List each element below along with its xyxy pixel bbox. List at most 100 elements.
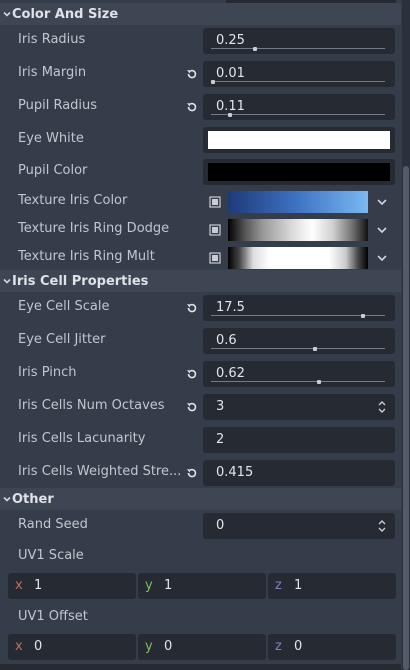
slider-grabber[interactable] [210,80,215,84]
texture-preview[interactable] [228,219,368,241]
eye-cell-scale-slider[interactable]: 17.5 [203,295,395,321]
revert-icon[interactable] [185,367,199,381]
slider-track [211,48,385,49]
property-label: Rand Seed [18,517,88,532]
slider-track [211,81,385,82]
revert-icon[interactable] [185,400,199,414]
property-label: Iris Cells Num Octaves [18,398,165,413]
uv1-offset-x-field[interactable]: x 0 [8,634,136,660]
property-label: Iris Pinch [18,365,77,380]
section-title: Color And Size [12,6,119,22]
property-texture-iris-ring-mult: Texture Iris Ring Mult [0,245,401,271]
revert-icon[interactable] [185,67,199,81]
slider-track [211,315,385,316]
field-value: 0.62 [216,366,245,381]
uv1-scale-z-field[interactable]: z 1 [268,573,396,599]
iris-margin-slider[interactable]: 0.01 [203,61,395,87]
field-value: 0 [294,639,303,654]
iris-radius-slider[interactable]: 0.25 [203,28,395,54]
texture-preview[interactable] [228,247,368,269]
texture-icon [209,196,221,208]
dropdown-chevron-icon[interactable] [373,220,391,242]
iris-cells-weighted-strength-field[interactable]: 0.415 [203,460,395,486]
axis-label-y: y [145,639,153,654]
texture-icon [209,224,221,236]
slider-track [211,114,385,115]
chevron-down-icon [2,276,12,286]
property-label: UV1 Scale [18,548,84,563]
texture-icon [209,252,221,264]
section-iris-cell-properties[interactable]: Iris Cell Properties [0,270,401,292]
property-label: Eye White [18,131,84,146]
property-pupil-color: Pupil Color [0,158,401,186]
field-value: 0 [34,639,43,654]
property-label: Pupil Color [18,163,88,178]
axis-label-x: x [15,639,23,654]
property-label: Texture Iris Color [18,193,128,208]
revert-icon[interactable] [185,301,199,315]
section-other[interactable]: Other [0,488,401,510]
spin-arrows-icon[interactable] [377,519,387,533]
spin-arrows-icon[interactable] [377,400,387,414]
slider-track [211,348,385,349]
chevron-down-icon [2,9,12,19]
field-value: 1 [164,578,173,593]
property-uv1-scale: UV1 Scale x 1 y 1 z 1 [0,543,401,603]
field-value: 0.11 [216,99,245,114]
revert-icon[interactable] [185,100,199,114]
rand-seed-spinbox[interactable]: 0 [203,513,395,539]
slider-grabber[interactable] [252,47,257,51]
iris-pinch-slider[interactable]: 0.62 [203,361,395,387]
eye-cell-jitter-slider[interactable]: 0.6 [203,328,395,354]
slider-track [211,381,385,382]
property-iris-cells-lacunarity: Iris Cells Lacunarity 2 [0,426,401,454]
color-preview [208,163,390,181]
scrollbar-thumb[interactable] [403,166,409,670]
property-iris-margin: Iris Margin 0.01 [0,60,401,88]
property-eye-cell-jitter: Eye Cell Jitter 0.6 [0,327,401,355]
section-color-and-size[interactable]: Color And Size [0,3,401,25]
eye-white-color-picker[interactable] [203,127,395,153]
property-uv1-offset: UV1 Offset x 0 y 0 z 0 [0,604,401,664]
inspector-panel: Color And Size Iris Radius 0.25 Iris Mar… [0,0,401,670]
property-label: Iris Radius [18,32,86,47]
property-iris-radius: Iris Radius 0.25 [0,27,401,55]
uv1-scale-y-field[interactable]: y 1 [138,573,266,599]
axis-label-z: z [275,578,282,593]
pupil-color-picker[interactable] [203,159,395,185]
property-eye-white: Eye White [0,126,401,154]
color-preview [208,131,390,149]
revert-icon[interactable] [185,466,199,480]
property-label: Texture Iris Ring Dodge [18,221,170,236]
property-rand-seed: Rand Seed 0 [0,512,401,540]
dropdown-chevron-icon[interactable] [373,192,391,214]
section-title: Other [12,491,54,507]
property-iris-cells-num-octaves: Iris Cells Num Octaves 3 [0,393,401,421]
property-label: Iris Cells Lacunarity [18,431,146,446]
field-value: 17.5 [216,300,245,315]
field-value: 1 [294,578,303,593]
iris-cells-num-octaves-spinbox[interactable]: 3 [203,394,395,420]
field-value: 2 [216,432,225,447]
property-label: UV1 Offset [18,609,88,624]
property-iris-pinch: Iris Pinch 0.62 [0,360,401,388]
slider-grabber[interactable] [228,113,233,117]
iris-cells-lacunarity-field[interactable]: 2 [203,427,395,453]
texture-preview[interactable] [228,191,368,213]
property-texture-iris-ring-dodge: Texture Iris Ring Dodge [0,217,401,243]
property-pupil-radius: Pupil Radius 0.11 [0,93,401,121]
slider-grabber[interactable] [316,380,321,384]
property-label: Eye Cell Jitter [18,332,106,347]
field-value: 0.25 [216,33,245,48]
field-value: 3 [216,399,225,414]
pupil-radius-slider[interactable]: 0.11 [203,94,395,120]
property-label: Pupil Radius [18,98,98,113]
field-value: 0.6 [216,333,237,348]
uv1-offset-y-field[interactable]: y 0 [138,634,266,660]
dropdown-chevron-icon[interactable] [373,248,391,270]
chevron-down-icon [2,494,12,504]
slider-grabber[interactable] [361,314,366,318]
uv1-offset-z-field[interactable]: z 0 [268,634,396,660]
slider-grabber[interactable] [313,347,318,351]
uv1-scale-x-field[interactable]: x 1 [8,573,136,599]
